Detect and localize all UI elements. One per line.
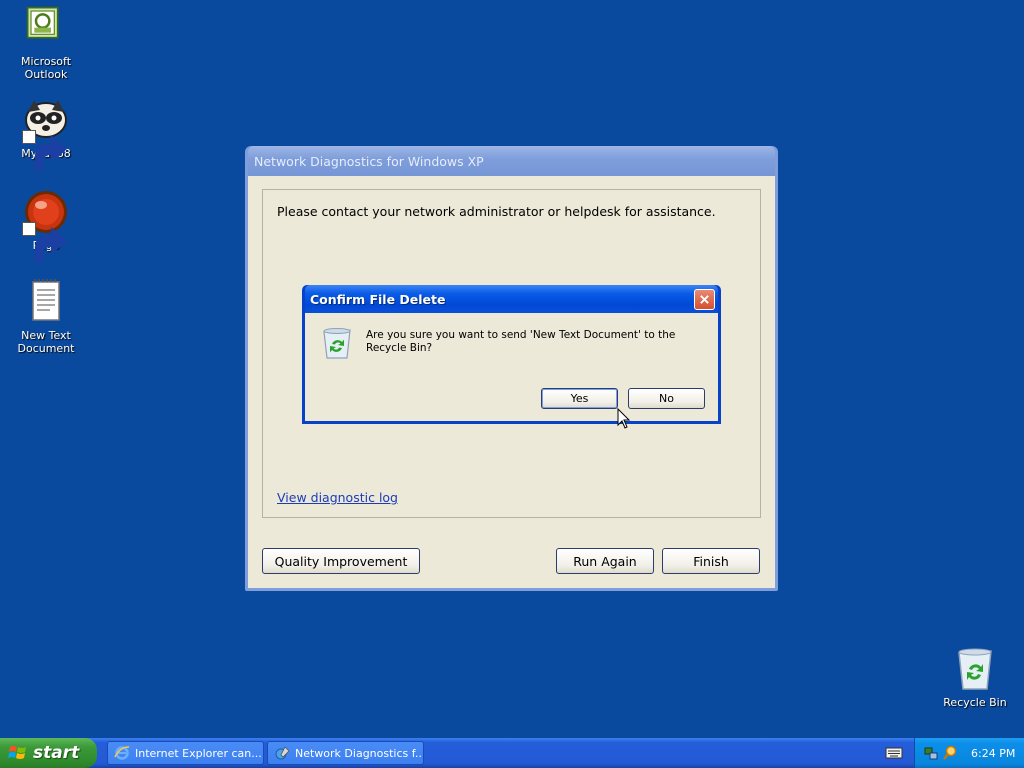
internet-explorer-icon bbox=[114, 746, 130, 760]
recycle-bin-icon bbox=[951, 645, 999, 693]
desktop-icon-new-text-document[interactable]: New Text Document bbox=[0, 278, 92, 355]
dialog-body: Are you sure you want to send 'New Text … bbox=[305, 313, 718, 421]
desktop-icon-pego[interactable]: Pego bbox=[0, 188, 92, 263]
taskbar-item-label: Network Diagnostics f... bbox=[295, 746, 424, 760]
windows-logo-icon bbox=[8, 746, 26, 759]
finish-button[interactable]: Finish bbox=[662, 548, 760, 574]
yes-button[interactable]: Yes bbox=[541, 388, 618, 409]
window-title: Network Diagnostics for Windows XP bbox=[254, 154, 484, 169]
window-titlebar[interactable]: Network Diagnostics for Windows XP bbox=[248, 146, 775, 177]
search-icon[interactable] bbox=[942, 745, 958, 761]
mouse-cursor-icon bbox=[617, 408, 631, 429]
desktop-icon-label: Recycle Bin bbox=[943, 696, 1007, 709]
mypal-raccoon-icon bbox=[22, 96, 70, 171]
desktop-icon-microsoft-outlook[interactable]: Microsoft Outlook bbox=[0, 6, 92, 81]
dialog-titlebar[interactable]: Confirm File Delete bbox=[305, 285, 718, 313]
start-label: start bbox=[33, 743, 80, 763]
desktop-icon-recycle-bin[interactable]: Recycle Bin bbox=[929, 645, 1021, 709]
run-again-button[interactable]: Run Again bbox=[556, 548, 654, 574]
network-tray-icon[interactable] bbox=[923, 745, 939, 761]
desktop-icon-label: Microsoft Outlook bbox=[20, 55, 72, 81]
desktop-icon-mypal[interactable]: MyPal 68 bbox=[0, 96, 92, 171]
shortcut-arrow-icon bbox=[22, 222, 67, 263]
quality-improvement-button[interactable]: Quality Improvement bbox=[262, 548, 420, 574]
no-button[interactable]: No bbox=[628, 388, 705, 409]
system-tray: 6:24 PM bbox=[914, 738, 1024, 768]
diagnostics-message: Please contact your network administrato… bbox=[277, 204, 716, 219]
dialog-title: Confirm File Delete bbox=[310, 291, 446, 307]
network-diagnostics-icon bbox=[275, 746, 290, 760]
shortcut-arrow-icon bbox=[22, 130, 67, 171]
clock[interactable]: 6:24 PM bbox=[971, 747, 1015, 760]
dialog-message: Are you sure you want to send 'New Text … bbox=[366, 329, 676, 354]
taskbar-item-internet-explorer[interactable]: Internet Explorer can... bbox=[107, 741, 264, 765]
outlook-icon bbox=[22, 6, 70, 54]
confirm-file-delete-dialog: Confirm File Delete Are you sure you wan… bbox=[302, 285, 721, 424]
close-button[interactable] bbox=[694, 289, 715, 310]
close-icon bbox=[700, 295, 709, 304]
desktop-icon-label: New Text Document bbox=[17, 329, 75, 355]
pego-red-ball-icon bbox=[22, 188, 70, 263]
start-button[interactable]: start bbox=[0, 738, 97, 768]
keyboard-icon[interactable] bbox=[885, 746, 903, 760]
taskbar: start Internet Explorer can... Network D… bbox=[0, 738, 1024, 768]
recycle-bin-icon bbox=[323, 328, 351, 359]
taskbar-item-label: Internet Explorer can... bbox=[135, 746, 262, 760]
text-document-icon bbox=[22, 278, 70, 326]
taskbar-item-network-diagnostics[interactable]: Network Diagnostics f... bbox=[267, 741, 424, 765]
view-diagnostic-log-link[interactable]: View diagnostic log bbox=[277, 490, 398, 505]
